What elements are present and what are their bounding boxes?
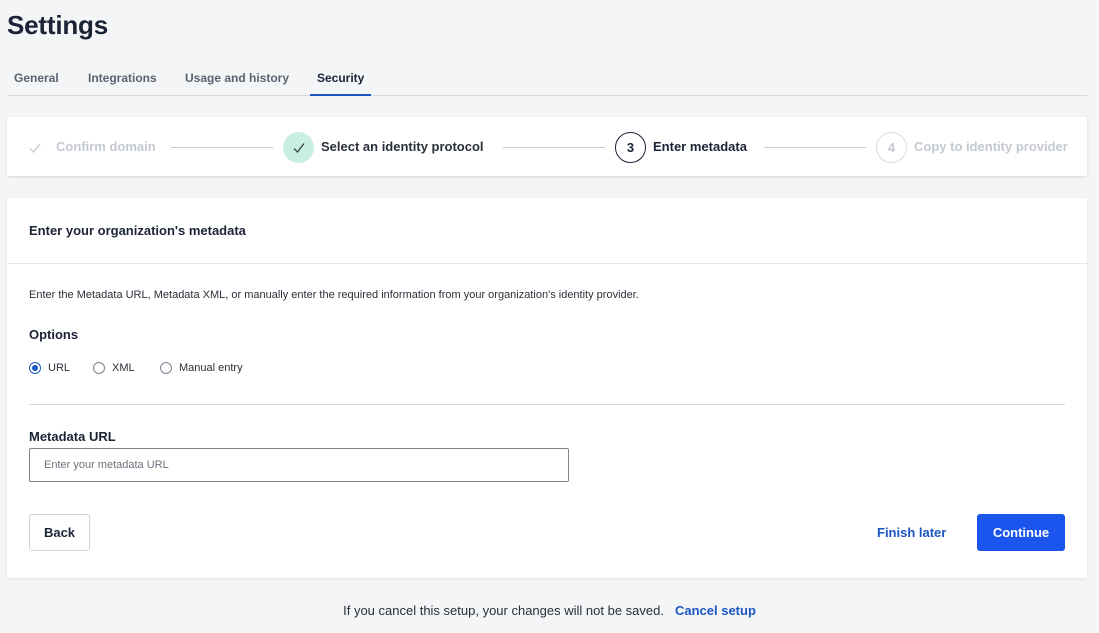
option-manual-entry-label: Manual entry (179, 362, 243, 374)
step-completed-indicator (283, 132, 314, 163)
settings-tabs: General Integrations Usage and history S… (7, 62, 1087, 96)
step-connector (171, 147, 273, 148)
tab-usage-and-history[interactable]: Usage and history (185, 71, 289, 85)
check-icon (293, 142, 305, 153)
tab-integrations[interactable]: Integrations (88, 71, 157, 85)
tab-general[interactable]: General (14, 71, 59, 85)
options-heading: Options (29, 327, 79, 342)
metadata-card: Enter your organization's metadata Enter… (7, 198, 1087, 578)
radio-url[interactable] (29, 362, 41, 374)
step-enter-metadata: Enter metadata (653, 139, 747, 154)
active-tab-indicator (310, 94, 371, 96)
tab-security[interactable]: Security (317, 71, 364, 85)
metadata-url-input[interactable] (29, 448, 569, 482)
card-header: Enter your organization's metadata (7, 198, 1087, 264)
continue-button[interactable]: Continue (977, 514, 1065, 551)
option-url-label: URL (48, 362, 71, 374)
back-button[interactable]: Back (29, 514, 90, 551)
card-description: Enter the Metadata URL, Metadata XML, or… (29, 289, 639, 301)
option-url[interactable]: URL (29, 362, 70, 374)
step-connector (764, 147, 866, 148)
cancel-setup-link[interactable]: Cancel setup (675, 603, 756, 618)
option-manual-entry[interactable]: Manual entry (160, 362, 243, 374)
option-xml-label: XML (112, 362, 135, 374)
footer: If you cancel this setup, your changes w… (0, 603, 1099, 618)
step-copy-to-identity-provider: Copy to identity provider (914, 139, 1068, 154)
step-connector (503, 147, 605, 148)
step-number-current: 3 (615, 132, 646, 163)
card-title: Enter your organization's metadata (29, 223, 246, 238)
check-icon (19, 132, 50, 163)
option-xml[interactable]: XML (93, 362, 135, 374)
finish-later-button[interactable]: Finish later (877, 514, 946, 551)
divider (29, 404, 1065, 405)
page-title: Settings (7, 10, 108, 40)
step-number-upcoming: 4 (876, 132, 907, 163)
radio-xml[interactable] (93, 362, 105, 374)
metadata-url-label: Metadata URL (29, 429, 116, 444)
cancel-warning-text: If you cancel this setup, your changes w… (343, 603, 664, 618)
setup-stepper: Confirm domain Select an identity protoc… (7, 117, 1087, 176)
radio-manual-entry[interactable] (160, 362, 172, 374)
step-select-identity-protocol: Select an identity protocol (321, 139, 484, 154)
step-confirm-domain: Confirm domain (56, 139, 156, 154)
